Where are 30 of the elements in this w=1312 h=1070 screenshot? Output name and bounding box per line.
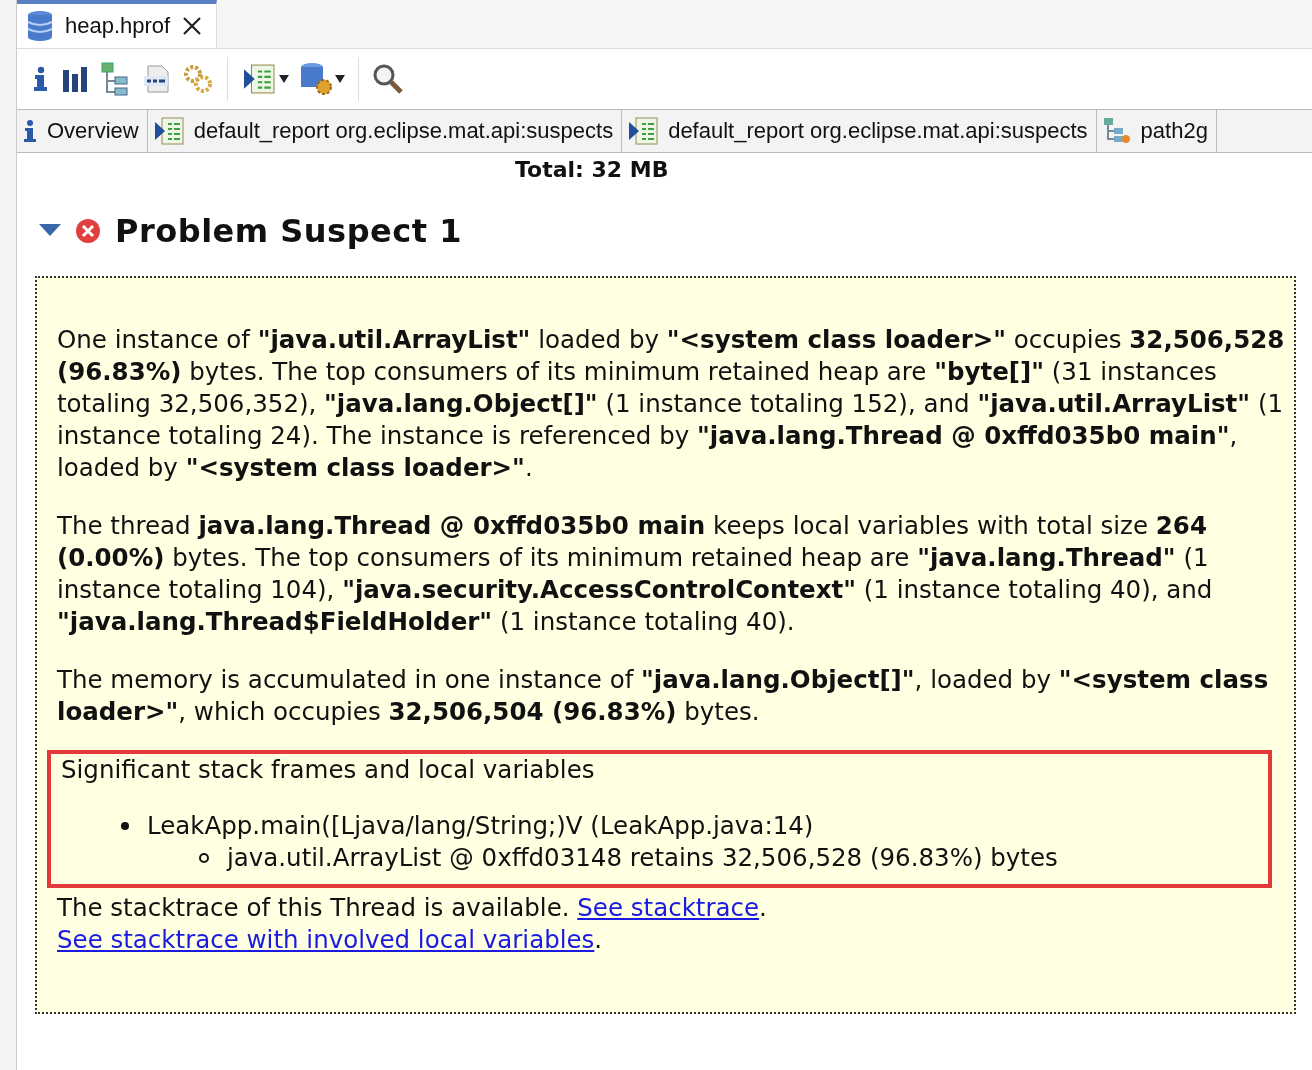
description-paragraph: The thread java.lang.Thread @ 0xffd035b0 main keeps local variables with total size 264 (0.00%) bytes. The top consumers of its minimum retained heap are "java.lang.Thread" (1 instance totaling 104), "java.security.AccessControlContext" (1 instance totaling 40), and "java.lang.Thread$FieldHolder" (1 instance totaling 40). [57, 510, 1214, 638]
bullet-icon [121, 822, 129, 830]
close-icon[interactable] [182, 16, 203, 36]
tab-title: heap.hprof [65, 13, 171, 39]
section-title: Significant stack frames and local variables [61, 754, 596, 786]
info-icon [32, 65, 50, 93]
stacktrace-link[interactable]: See stacktrace with involved local variables [57, 925, 595, 954]
suspect-title: Problem Suspect 1 [115, 212, 462, 250]
editor-tab[interactable]: heap.hprof [17, 0, 218, 48]
report-icon [154, 117, 184, 145]
tree-icon [1103, 118, 1130, 143]
report-tab[interactable]: Overview [17, 110, 148, 152]
stack-frame-text: LeakApp.main([Ljava/lang/String;)V (LeakApp.java:14) [147, 810, 814, 842]
description-paragraph: One instance of "java.util.ArrayList" loaded by "<system class loader>" occupies 32,506,528 (96.83%) bytes. The top consumers of its minimum retained heap are "byte[]" (31 instances totaling 32,506,352), "java.lang.Object[]" (1 instance totaling 152), and "java.util.ArrayList" (1 instance totaling 24). The instance is referenced by "java.lang.Thread @ 0xffd035b0 main", loaded by "<system class loader>". [57, 324, 1286, 484]
collapse-toggle-icon[interactable] [39, 224, 61, 238]
error-icon [75, 218, 101, 244]
bullet-icon [199, 853, 209, 863]
stacktrace-link[interactable]: See stacktrace [577, 893, 760, 922]
report-tab[interactable]: default_report org.eclipse.mat.api:suspects [147, 110, 623, 152]
report-icon [629, 117, 658, 145]
report-tab[interactable]: default_report org.eclipse.mat.api:suspects [622, 110, 1097, 152]
report-tab[interactable]: path2g [1096, 110, 1217, 152]
caret-icon [335, 75, 345, 83]
stack-frame-text: java.util.ArrayList @ 0xffd03148 retains 32,506,528 (96.83%) bytes [227, 842, 1058, 874]
database-icon [27, 10, 53, 42]
info-icon [24, 120, 36, 142]
stacktrace-paragraph: The stacktrace of this Thread is available. See stacktrace. See stacktrace with involved local variables. [57, 892, 768, 956]
description-paragraph: The memory is accumulated in one instance of "java.lang.Object[]", loaded by "<system class loader>", which occupies 32,506,504 (96.83%) bytes. [57, 664, 1270, 728]
total-label: Total: 32 MB [515, 156, 669, 182]
caret-icon [279, 75, 289, 83]
